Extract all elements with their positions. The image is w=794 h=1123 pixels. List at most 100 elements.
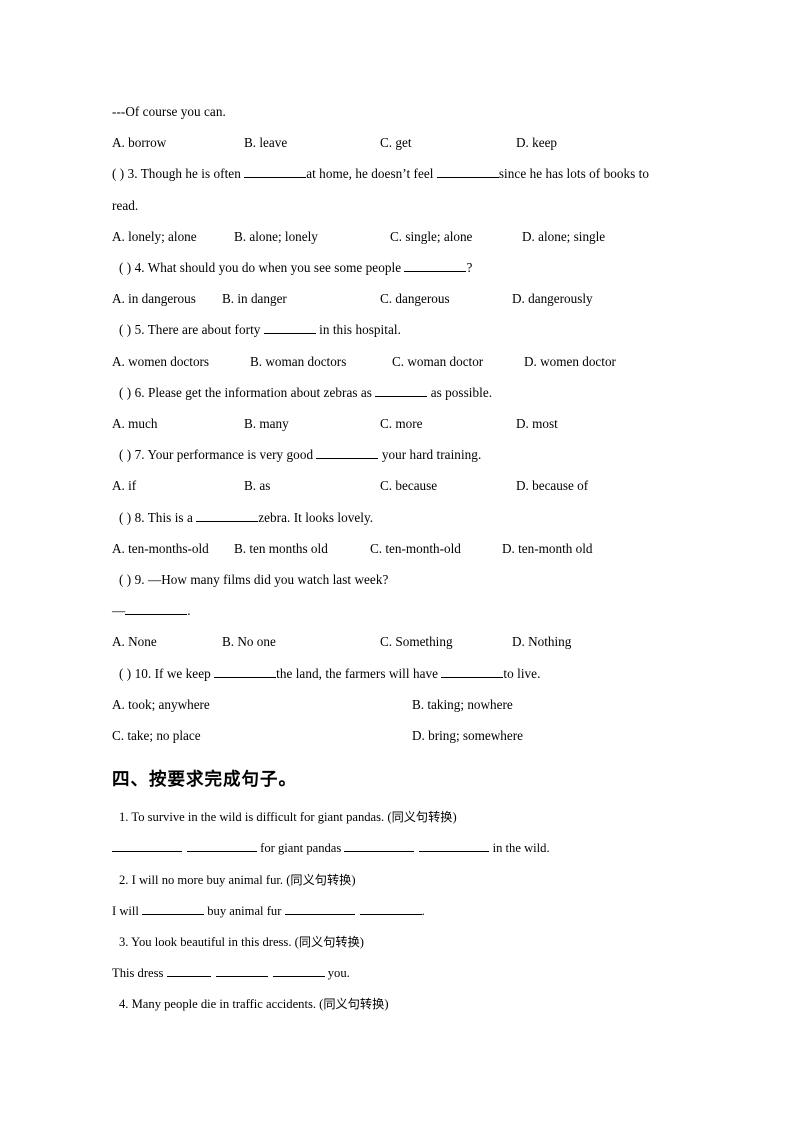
option-text: in dangerous bbox=[128, 291, 196, 307]
option-b[interactable]: B. alone; lonely bbox=[234, 221, 318, 252]
fill-blank[interactable] bbox=[125, 602, 188, 616]
option-a[interactable]: A. if bbox=[112, 470, 136, 501]
option-c[interactable]: C. dangerous bbox=[380, 283, 450, 314]
option-key: D. bbox=[516, 415, 529, 431]
option-d[interactable]: D. dangerously bbox=[512, 283, 593, 314]
option-key: A. bbox=[112, 291, 125, 307]
option-d[interactable]: D. ten-month old bbox=[502, 533, 592, 564]
question-8-options: A. ten-months-old B. ten months old C. t… bbox=[112, 533, 692, 564]
option-text: because of bbox=[532, 478, 589, 494]
fill-blank[interactable] bbox=[166, 964, 211, 978]
option-c[interactable]: C. woman doctor bbox=[392, 346, 483, 377]
fill-blank[interactable] bbox=[142, 902, 205, 915]
fill-blank[interactable] bbox=[419, 839, 490, 853]
option-d[interactable]: D. Nothing bbox=[512, 626, 571, 657]
fill-blank[interactable] bbox=[404, 258, 467, 272]
option-key: C. bbox=[370, 540, 383, 556]
answer-bracket[interactable]: ( ) bbox=[119, 572, 131, 587]
option-text: in danger bbox=[237, 291, 287, 307]
option-c[interactable]: C. because bbox=[380, 470, 437, 501]
option-text: took; anywhere bbox=[128, 696, 210, 712]
option-a[interactable]: A. lonely; alone bbox=[112, 221, 197, 252]
option-a[interactable]: A. took; anywhere bbox=[112, 689, 210, 720]
option-a[interactable]: A. ten-months-old bbox=[112, 533, 209, 564]
option-b[interactable]: B. No one bbox=[222, 626, 276, 657]
option-d[interactable]: D. keep bbox=[516, 127, 557, 158]
question-3-options: A. lonely; alone B. alone; lonely C. sin… bbox=[112, 221, 692, 252]
sentence-item-3-answer: This dress you. bbox=[112, 958, 692, 989]
answer-bracket[interactable]: ( ) bbox=[119, 260, 131, 275]
option-a[interactable]: A. much bbox=[112, 408, 157, 439]
option-text: if bbox=[128, 478, 137, 494]
answer-bracket[interactable]: ( ) bbox=[119, 510, 131, 525]
section-four-heading: 四、按要求完成句子。 bbox=[112, 770, 297, 791]
option-a[interactable]: A. None bbox=[112, 626, 157, 657]
option-b[interactable]: B. taking; nowhere bbox=[412, 689, 513, 720]
option-d[interactable]: D. most bbox=[516, 408, 558, 439]
option-c[interactable]: C. more bbox=[380, 408, 423, 439]
option-key: C. bbox=[380, 135, 393, 151]
question-3-stem-continued: read. bbox=[112, 190, 692, 221]
option-c[interactable]: C. single; alone bbox=[390, 221, 472, 252]
question-number: 4. bbox=[134, 259, 145, 275]
option-key: D. bbox=[524, 353, 537, 369]
fill-blank[interactable] bbox=[244, 165, 307, 179]
question-10-stem: ( ) 10. If we keep the land, the farmers… bbox=[112, 658, 692, 689]
answer-tail: . bbox=[421, 903, 425, 918]
question-text: This is a bbox=[147, 509, 193, 525]
option-a[interactable]: A. in dangerous bbox=[112, 283, 196, 314]
option-text: ten-months-old bbox=[128, 540, 209, 556]
question-number: 7. bbox=[134, 447, 145, 463]
fill-blank[interactable] bbox=[441, 664, 504, 678]
answer-line-text: ---Of course you can. bbox=[112, 104, 226, 119]
fill-blank[interactable] bbox=[375, 383, 428, 397]
answer-bracket[interactable]: ( ) bbox=[119, 322, 131, 337]
option-d[interactable]: D. alone; single bbox=[522, 221, 605, 252]
fill-blank[interactable] bbox=[187, 839, 257, 853]
option-d[interactable]: D. because of bbox=[516, 470, 588, 501]
option-key: C. bbox=[112, 727, 125, 743]
option-text: most bbox=[532, 415, 558, 431]
option-b[interactable]: B. in danger bbox=[222, 283, 287, 314]
option-d[interactable]: D. women doctor bbox=[524, 346, 616, 377]
option-c[interactable]: C. get bbox=[380, 127, 412, 158]
question-6-stem: ( ) 6. Please get the information about … bbox=[112, 377, 692, 408]
option-b[interactable]: B. as bbox=[244, 470, 270, 501]
fill-blank[interactable] bbox=[284, 902, 355, 915]
option-b[interactable]: B. ten months old bbox=[234, 533, 328, 564]
answer-bracket[interactable]: ( ) bbox=[119, 385, 131, 400]
option-a[interactable]: A. women doctors bbox=[112, 346, 209, 377]
fill-blank[interactable] bbox=[263, 321, 316, 335]
option-c[interactable]: C. ten-month-old bbox=[370, 533, 461, 564]
option-c[interactable]: C. Something bbox=[380, 626, 453, 657]
question-4-options: A. in dangerous B. in danger C. dangerou… bbox=[112, 283, 692, 314]
answer-bracket[interactable]: ( ) bbox=[112, 166, 124, 181]
question-text: What should you do when you see some peo… bbox=[147, 259, 402, 275]
fill-blank[interactable] bbox=[359, 902, 422, 915]
fill-blank[interactable] bbox=[316, 446, 379, 460]
question-text: your hard training. bbox=[381, 447, 482, 463]
option-key: C. bbox=[392, 353, 405, 369]
fill-blank[interactable] bbox=[214, 664, 277, 678]
fill-blank[interactable] bbox=[196, 508, 259, 522]
option-text: ten-month old bbox=[518, 540, 593, 556]
answer-bracket[interactable]: ( ) bbox=[119, 666, 131, 681]
question-text: ? bbox=[466, 259, 473, 275]
option-c[interactable]: C. take; no place bbox=[112, 720, 201, 751]
fill-blank[interactable] bbox=[215, 964, 268, 978]
option-b[interactable]: B. woman doctors bbox=[250, 346, 346, 377]
fill-blank[interactable] bbox=[436, 165, 499, 179]
item-instruction: 同义句转换 bbox=[298, 934, 360, 949]
option-b[interactable]: B. many bbox=[244, 408, 289, 439]
question-text: zebra. It looks lovely. bbox=[258, 509, 374, 525]
question-text: as possible. bbox=[430, 384, 493, 400]
option-key: C. bbox=[390, 228, 403, 244]
question-text: the land, the farmers will have bbox=[276, 665, 439, 681]
fill-blank[interactable] bbox=[112, 839, 182, 853]
option-d[interactable]: D. bring; somewhere bbox=[412, 720, 523, 751]
fill-blank[interactable] bbox=[344, 839, 415, 853]
option-b[interactable]: B. leave bbox=[244, 127, 287, 158]
answer-bracket[interactable]: ( ) bbox=[119, 447, 131, 462]
fill-blank[interactable] bbox=[272, 964, 325, 978]
option-a[interactable]: A. borrow bbox=[112, 127, 166, 158]
